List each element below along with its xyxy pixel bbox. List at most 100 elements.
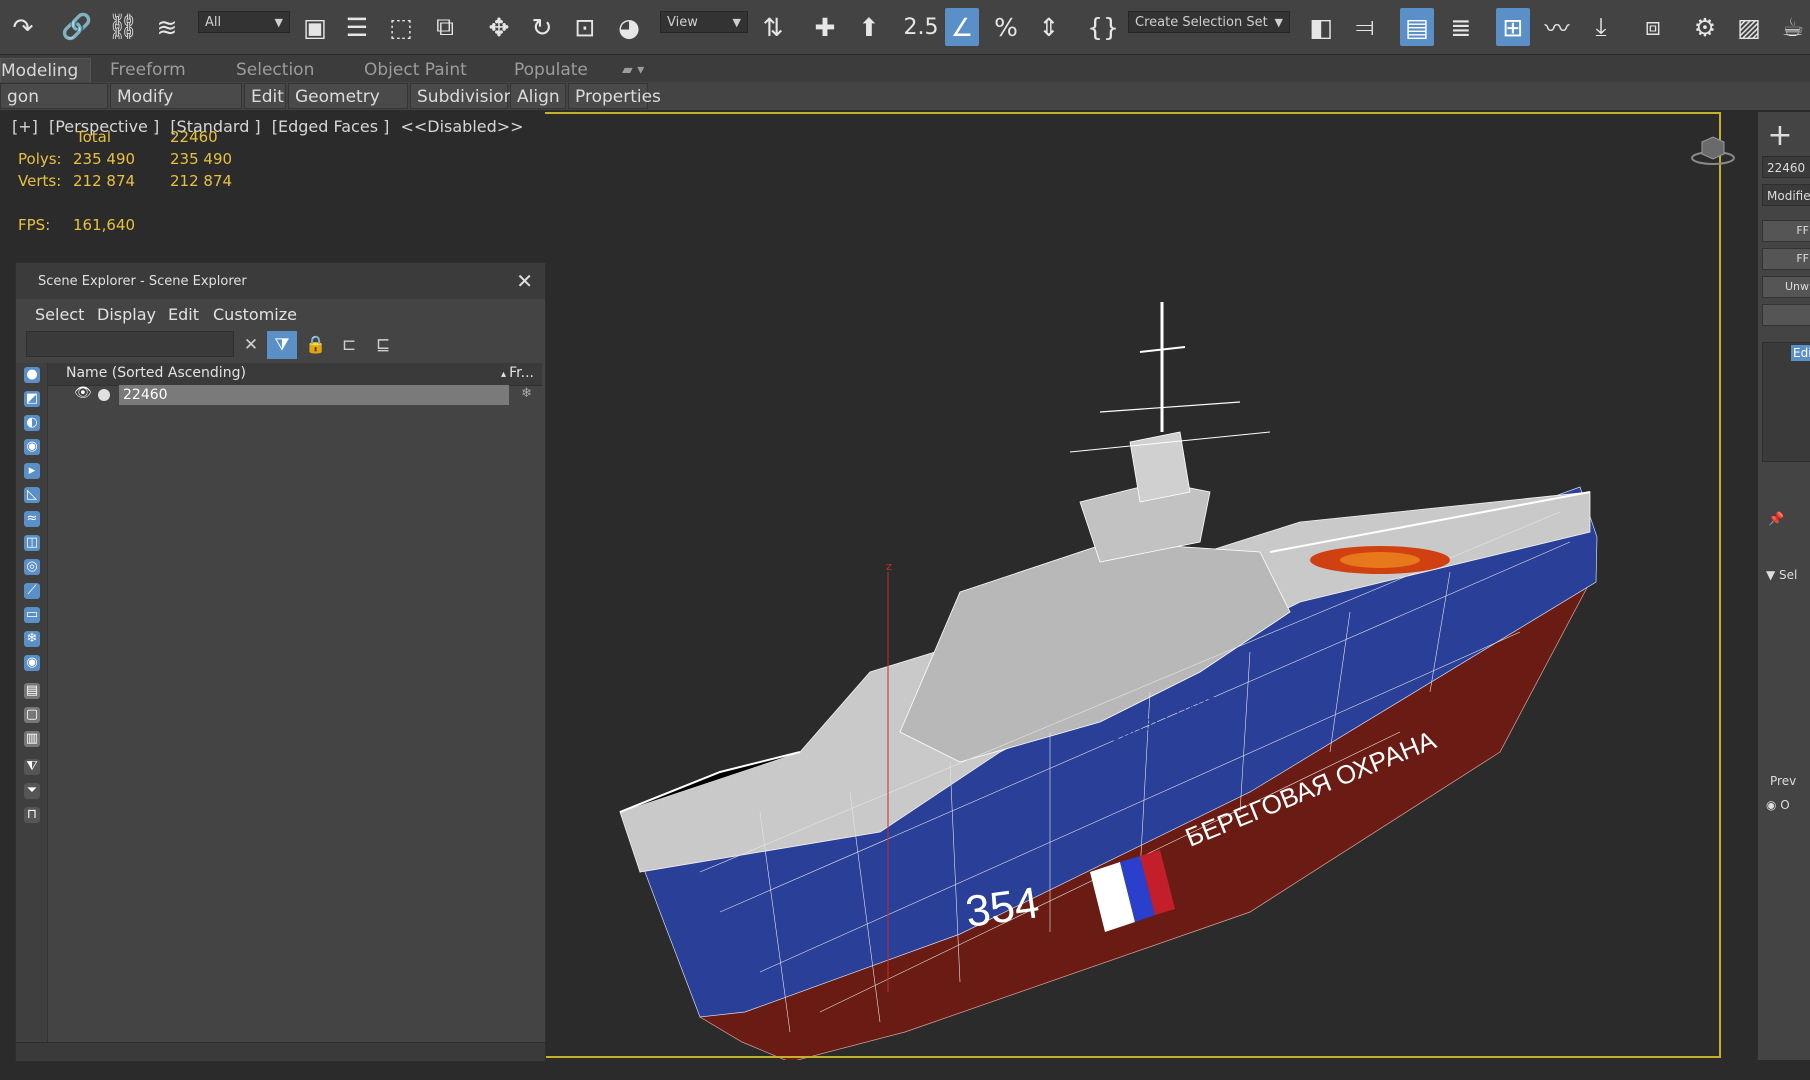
modifier-stack-list[interactable]: Edit <box>1762 342 1810 462</box>
clear-search-icon[interactable]: ✕ <box>236 331 266 359</box>
ribbon-panel-geometry[interactable]: Geometry (All) <box>288 83 408 133</box>
ribbon-options-icon[interactable]: ▰ ▾ <box>622 58 644 82</box>
modifier-button-4[interactable] <box>1762 304 1810 326</box>
modifier-list-dropdown[interactable]: Modifier <box>1762 184 1810 206</box>
shape-filter-icon[interactable]: ◐ <box>24 415 40 431</box>
redo-icon[interactable]: ↷ <box>6 8 40 46</box>
modifier-button-unwrap[interactable]: Unw <box>1762 276 1810 298</box>
pin-stack-icon[interactable]: 📌 <box>1768 512 1784 527</box>
object-name-cell[interactable]: 22460 <box>119 385 509 405</box>
light-filter-icon[interactable]: ◉ <box>24 439 40 455</box>
rendered-frame-window-icon[interactable]: ▨ <box>1732 8 1766 46</box>
group-filter-icon[interactable]: ◫ <box>24 535 40 551</box>
filter-settings-icon[interactable]: ⧨ <box>24 759 40 775</box>
render-production-icon[interactable]: ☕ <box>1776 8 1810 46</box>
layer-explorer-icon[interactable]: ≣ <box>1444 8 1478 46</box>
select-none-icon[interactable]: ▢ <box>24 707 40 723</box>
create-tab-icon[interactable]: + <box>1762 120 1798 152</box>
menu-select[interactable]: Select <box>35 305 84 324</box>
close-icon[interactable]: ✕ <box>516 269 533 293</box>
viewport-edged-faces-menu[interactable]: [Edged Faces ] <box>272 117 390 136</box>
material-editor-icon[interactable]: ⧈ <box>1636 8 1670 46</box>
lock-icon[interactable]: 🔒 <box>301 331 331 359</box>
select-all-icon[interactable]: ▤ <box>24 683 40 699</box>
hierarchy-icon[interactable]: ⊏ <box>334 331 364 359</box>
visibility-eye-icon[interactable]: 👁 <box>74 385 92 401</box>
ribbon-panel-modify-selection[interactable]: Modify Selection <box>110 83 242 133</box>
edit-named-selection-icon[interactable]: {} <box>1086 8 1120 46</box>
pivot-center-icon[interactable]: ⇅ <box>756 8 790 46</box>
select-by-name-icon[interactable]: ☰ <box>340 8 374 46</box>
preview-off-radio[interactable]: ◉ O <box>1766 798 1790 812</box>
named-selection-sets-dropdown[interactable]: Create Selection Set ▼ <box>1128 11 1290 33</box>
container-filter-icon[interactable]: ▭ <box>24 607 40 623</box>
table-row[interactable]: 👁 22460 ❄ <box>48 385 542 405</box>
spinner-snap-icon[interactable]: ⇕ <box>1032 8 1066 46</box>
object-name-field[interactable]: 22460 <box>1762 156 1810 178</box>
bone-filter-icon[interactable]: ⟋ <box>24 583 40 599</box>
percent-snap-icon[interactable]: % <box>989 8 1023 46</box>
modifier-stack-item[interactable]: Edit <box>1791 345 1810 361</box>
ribbon-panel-polygon-modeling[interactable]: gon Modeling <box>0 83 108 133</box>
snaps-toggle-icon[interactable]: 2.5 <box>904 8 939 46</box>
select-manipulate-icon[interactable]: ✚ <box>808 8 842 46</box>
bind-spacewarp-icon[interactable]: ≋ <box>150 8 184 46</box>
layer-hierarchy-icon[interactable]: ⊑ <box>368 331 398 359</box>
selection-rollout-header[interactable]: ▼ Sel <box>1766 568 1797 582</box>
unlink-icon[interactable]: ⛓ <box>106 8 140 46</box>
move-icon[interactable]: ✥ <box>482 8 516 46</box>
column-name-header[interactable]: Name (Sorted Ascending) <box>66 365 246 381</box>
modifier-button-2[interactable]: FF <box>1762 248 1810 270</box>
menu-edit[interactable]: Edit <box>168 305 199 324</box>
viewport-general-menu[interactable]: [+] <box>12 117 38 136</box>
tab-selection[interactable]: Selection <box>236 58 314 82</box>
camera-filter-icon[interactable]: ▸ <box>24 463 40 479</box>
curve-editor-icon[interactable]: 〰 <box>1540 8 1574 46</box>
mirror-icon[interactable]: ◧ <box>1304 8 1338 46</box>
place-icon[interactable]: ◕ <box>612 8 646 46</box>
scale-icon[interactable]: ⊡ <box>568 8 602 46</box>
hidden-filter-icon[interactable]: ◉ <box>24 655 40 671</box>
geometry-filter-icon[interactable]: ◩ <box>24 391 40 407</box>
scene-explorer-titlebar[interactable]: Scene Explorer - Scene Explorer ✕ <box>16 263 545 299</box>
select-highlight-filter-icon[interactable]: ⧩ <box>267 331 297 359</box>
filter-icon[interactable]: ⏷ <box>24 783 40 799</box>
link-icon[interactable]: 🔗 <box>60 8 94 46</box>
select-object-icon[interactable]: ▣ <box>298 8 332 46</box>
render-setup-icon[interactable]: ⚙ <box>1688 8 1722 46</box>
modifier-button-1[interactable]: FF <box>1762 220 1810 242</box>
freeze-toggle-icon[interactable]: ❄ <box>521 386 532 401</box>
viewcube-icon[interactable] <box>1690 132 1736 166</box>
menu-customize[interactable]: Customize <box>213 305 297 324</box>
ribbon-toggle-icon[interactable]: ⊞ <box>1496 8 1530 46</box>
column-frozen-header[interactable]: ▴ Fr... <box>501 365 534 381</box>
select-invert-icon[interactable]: ▥ <box>24 731 40 747</box>
ribbon-panel-subdivision[interactable]: Subdivision <box>410 83 514 109</box>
spacewarp-filter-icon[interactable]: ≈ <box>24 511 40 527</box>
angle-snap-icon[interactable]: ∠ <box>945 8 979 46</box>
menu-display[interactable]: Display <box>97 305 156 324</box>
selection-filter-dropdown[interactable]: All ▼ <box>198 11 290 33</box>
scene-explorer-search-input[interactable] <box>26 331 234 357</box>
rotate-icon[interactable]: ↻ <box>525 8 559 46</box>
rectangle-selection-icon[interactable]: ⬚ <box>384 8 418 46</box>
align-icon[interactable]: ⫤ <box>1348 8 1382 46</box>
tab-freeform[interactable]: Freeform <box>110 58 186 82</box>
keyboard-shortcut-override-icon[interactable]: ⬆ <box>852 8 886 46</box>
ribbon-panel-properties[interactable]: Properties <box>568 83 661 109</box>
frozen-filter-icon[interactable]: ❄ <box>24 631 40 647</box>
scene-explorer-toggle-icon[interactable]: ▤ <box>1400 8 1434 46</box>
tab-object-paint[interactable]: Object Paint <box>364 58 467 82</box>
display-all-icon[interactable]: ● <box>24 367 40 383</box>
tab-modeling[interactable]: Modeling <box>0 58 92 83</box>
helper-filter-icon[interactable]: ◺ <box>24 487 40 503</box>
schematic-view-icon[interactable]: ⤓ <box>1584 8 1618 46</box>
stats-verts-label: Verts: <box>18 172 62 190</box>
ribbon-panel-align[interactable]: Align <box>510 83 566 109</box>
reference-coordinate-dropdown[interactable]: View ▼ <box>660 11 748 33</box>
window-crossing-icon[interactable]: ⧉ <box>428 8 462 46</box>
ribbon-panel-edit[interactable]: Edit <box>244 83 286 109</box>
tab-populate[interactable]: Populate <box>514 58 588 82</box>
explorer-options-icon[interactable]: ⊓ <box>24 807 40 823</box>
xref-filter-icon[interactable]: ◎ <box>24 559 40 575</box>
